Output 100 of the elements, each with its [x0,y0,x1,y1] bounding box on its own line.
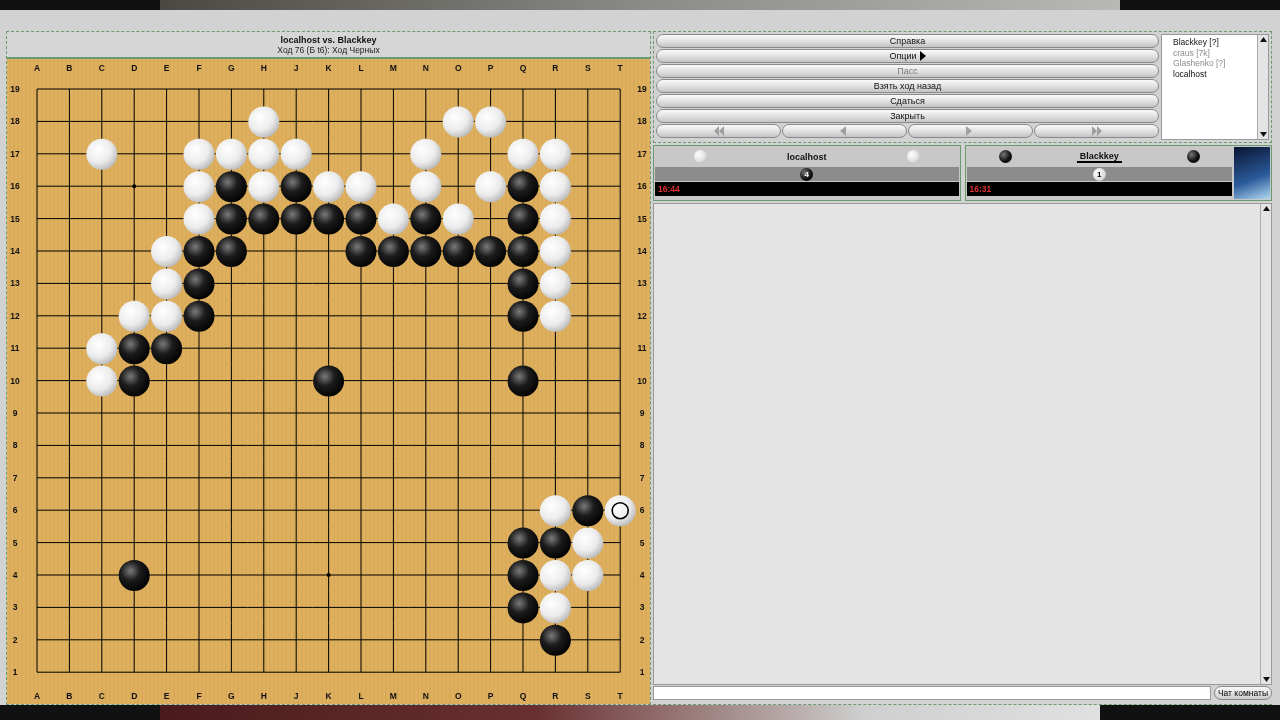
board-intersection[interactable] [571,169,605,203]
board-intersection[interactable] [52,169,87,203]
board-intersection[interactable] [149,363,184,398]
board-intersection[interactable] [117,493,151,527]
board-intersection[interactable] [52,525,87,560]
board-intersection[interactable] [149,169,184,203]
board-intersection[interactable] [85,525,119,560]
board-intersection[interactable] [36,428,54,463]
board-intersection[interactable] [117,590,151,625]
go-board[interactable]: A B C D E F G H J K L M N O P Q R S T A B C D E F G H J K L M N O P Q R S T 19 18 17 16 15 14 13 12 11 10 9 8 7 6 5 4 3 2 1 19 18 17 16 15 14 13 12 11 10 9 8 7 6 5 4 3 2 1 [7,59,650,704]
board-intersection[interactable] [571,266,605,301]
board-intersection[interactable] [182,590,216,625]
board-intersection[interactable] [85,299,119,333]
player-list-item[interactable]: craus [7k] [1173,47,1257,58]
board-intersection[interactable] [247,266,281,301]
board-intersection[interactable] [214,428,249,463]
board-intersection[interactable] [344,331,378,365]
board-intersection[interactable] [52,396,87,430]
board-intersection[interactable] [311,396,346,430]
board-intersection[interactable] [473,201,508,236]
board-intersection[interactable] [376,104,411,139]
board-intersection[interactable] [603,590,621,625]
navigation-button[interactable] [782,124,907,138]
scrollbar[interactable] [1257,35,1268,139]
board-intersection[interactable] [311,331,346,365]
board-intersection[interactable] [311,299,346,333]
board-intersection[interactable] [247,493,281,527]
board-intersection[interactable] [571,299,605,333]
board-intersection[interactable] [247,299,281,333]
board-intersection[interactable] [214,299,249,333]
board-intersection[interactable] [279,655,313,673]
board-intersection[interactable] [311,428,346,463]
board-intersection[interactable] [571,201,605,236]
board-intersection[interactable] [117,428,151,463]
board-intersection[interactable] [279,461,313,495]
board-intersection[interactable] [473,363,508,398]
board-intersection[interactable] [247,623,281,657]
board-intersection[interactable] [117,88,151,106]
board-intersection[interactable] [571,88,605,106]
board-intersection[interactable] [473,493,508,527]
board-intersection[interactable] [409,428,443,463]
board-intersection[interactable] [506,493,540,527]
navigation-button[interactable] [656,124,781,138]
chat-input-field[interactable] [653,686,1211,700]
scroll-down-icon[interactable] [1258,130,1268,139]
board-intersection[interactable] [36,299,54,333]
board-intersection[interactable] [473,299,508,333]
board-intersection[interactable] [603,623,621,657]
board-intersection[interactable] [473,137,508,171]
board-intersection[interactable] [117,623,151,657]
board-intersection[interactable] [36,655,54,673]
board-intersection[interactable] [117,234,151,268]
board-intersection[interactable] [311,590,346,625]
board-intersection[interactable] [538,461,573,495]
board-intersection[interactable] [376,558,411,592]
board-intersection[interactable] [52,461,87,495]
menu-button[interactable]: Взять ход назад [656,79,1159,93]
board-intersection[interactable] [538,363,573,398]
board-intersection[interactable] [36,623,54,657]
scroll-up-icon[interactable] [1261,204,1271,213]
board-intersection[interactable] [441,493,475,527]
board-intersection[interactable] [473,88,508,106]
board-intersection[interactable] [441,396,475,430]
board-intersection[interactable] [441,266,475,301]
board-intersection[interactable] [409,396,443,430]
board-intersection[interactable] [311,493,346,527]
board-intersection[interactable] [182,104,216,139]
board-intersection[interactable] [117,104,151,139]
board-intersection[interactable] [214,104,249,139]
board-intersection[interactable] [344,104,378,139]
board-intersection[interactable] [36,169,54,203]
board-intersection[interactable] [473,623,508,657]
board-intersection[interactable] [344,461,378,495]
board-intersection[interactable] [409,558,443,592]
board-intersection[interactable] [409,104,443,139]
board-intersection[interactable] [117,461,151,495]
board-intersection[interactable] [311,137,346,171]
board-intersection[interactable] [603,461,621,495]
board-intersection[interactable] [279,299,313,333]
board-intersection[interactable] [52,88,87,106]
board-intersection[interactable] [279,363,313,398]
board-intersection[interactable] [279,493,313,527]
board-intersection[interactable] [214,493,249,527]
board-intersection[interactable] [506,331,540,365]
board-intersection[interactable] [603,169,621,203]
board-intersection[interactable] [182,655,216,673]
board-intersection[interactable] [441,590,475,625]
board-intersection[interactable] [376,461,411,495]
board-intersection[interactable] [247,525,281,560]
board-intersection[interactable] [538,331,573,365]
board-intersection[interactable] [182,623,216,657]
menu-button[interactable]: Сдаться [656,94,1159,108]
menu-button[interactable]: Опции [656,49,1159,63]
board-intersection[interactable] [376,169,411,203]
board-intersection[interactable] [376,623,411,657]
board-intersection[interactable] [85,428,119,463]
board-intersection[interactable] [149,558,184,592]
board-intersection[interactable] [279,623,313,657]
board-intersection[interactable] [149,590,184,625]
board-intersection[interactable] [311,234,346,268]
